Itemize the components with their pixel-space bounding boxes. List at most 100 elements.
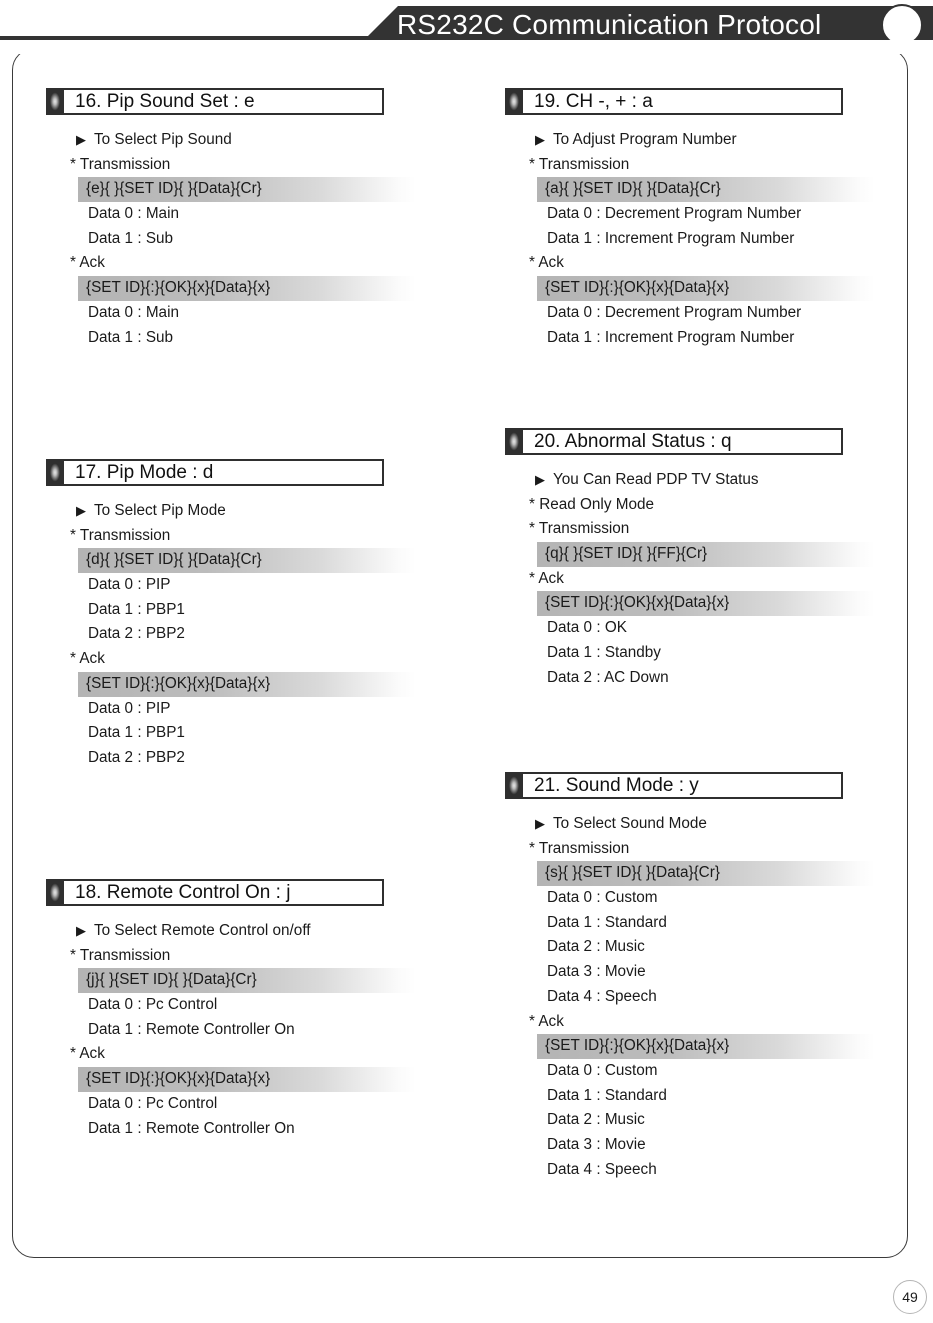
section-body: ▶ To Adjust Program Number * Transmission… (505, 128, 875, 350)
section-marker-icon (46, 879, 64, 906)
section-header: 18. Remote Control On : j (46, 879, 384, 906)
section-body: ▶ To Select Pip Sound * Transmission {e}{ }… (46, 128, 416, 350)
protocol-code-line: {SET ID}{:}{OK}{x}{Data}{x} (78, 671, 416, 697)
protocol-code-line: {q}{ }{SET ID}{ }{FF}{Cr} (537, 542, 875, 567)
section-title: 16. Pip Sound Set : e (75, 91, 255, 112)
section-header: 19. CH -, + : a (505, 88, 843, 115)
description-text: To Select Pip Sound (94, 131, 232, 148)
subsection-label: * Ack (70, 1045, 105, 1063)
section-18: 18. Remote Control On : j ▶ To Select Rem… (46, 879, 416, 1141)
section-title-box: 17. Pip Mode : d (64, 459, 384, 486)
data-value-line: Data 1 : Sub (88, 229, 174, 247)
section-header: 17. Pip Mode : d (46, 459, 384, 486)
protocol-code-line: {d}{ }{SET ID}{ }{Data}{Cr} (78, 548, 416, 574)
subsection-label: * Transmission (529, 839, 630, 857)
data-value-line: Data 3 : Movie (547, 1135, 646, 1153)
section-20: 20. Abnormal Status : q ▶ You Can Read PD… (505, 428, 875, 690)
data-value-line: Data 0 : Custom (547, 1061, 658, 1079)
data-value-line: Data 4 : Speech (547, 1160, 657, 1178)
subsection-label: * Transmission (70, 946, 171, 964)
data-value-line: Data 2 : AC Down (547, 668, 669, 686)
data-value-line: Data 0 : Main (88, 303, 179, 321)
protocol-code-line: {SET ID}{:}{OK}{x}{Data}{x} (78, 276, 416, 301)
subsection-label: * Ack (70, 650, 105, 668)
data-value-line: Data 1 : Sub (88, 328, 174, 346)
description-text: To Adjust Program Number (553, 131, 737, 148)
section-marker-icon (505, 88, 523, 115)
triangle-right-icon: ▶ (76, 923, 86, 938)
subsection-label: * Transmission (529, 155, 630, 173)
subsection-label: * Ack (529, 254, 564, 272)
protocol-code-line: {a}{ }{SET ID}{ }{Data}{Cr} (537, 177, 875, 203)
section-19: 19. CH -, + : a ▶ To Adjust Program Numbe… (505, 88, 875, 350)
subsection-label: * Ack (529, 1012, 564, 1030)
section-title: 20. Abnormal Status : q (534, 431, 732, 452)
section-title: 17. Pip Mode : d (75, 462, 214, 483)
subsection-label: * Ack (529, 569, 564, 587)
data-value-line: Data 2 : Music (547, 1111, 645, 1129)
section-title: 18. Remote Control On : j (75, 882, 291, 903)
triangle-right-icon: ▶ (535, 816, 545, 831)
data-value-line: Data 0 : Main (88, 205, 179, 223)
description-text: To Select Sound Mode (553, 815, 707, 832)
subsection-label: * Transmission (70, 155, 171, 173)
data-value-line: Data 1 : Increment Program Number (547, 328, 795, 346)
data-value-line: Data 0 : PIP (88, 576, 171, 594)
data-value-line: Data 0 : OK (547, 619, 627, 637)
description-line: ▶ You Can Read PDP TV Status (505, 468, 843, 493)
section-title-box: 20. Abnormal Status : q (523, 428, 843, 455)
data-value-line: Data 0 : Decrement Program Number (547, 205, 802, 223)
data-value-line: Data 0 : Pc Control (88, 1094, 218, 1112)
data-value-line: Data 1 : Standard (547, 1086, 667, 1104)
protocol-code-line: {SET ID}{:}{OK}{x}{Data}{x} (537, 591, 875, 617)
section-21: 21. Sound Mode : y ▶ To Select Sound Mode *… (505, 772, 875, 1182)
data-value-line: Data 3 : Movie (547, 963, 646, 981)
triangle-right-icon: ▶ (76, 132, 86, 147)
data-value-line: Data 0 : PIP (88, 699, 171, 717)
section-header: 21. Sound Mode : y (505, 772, 843, 799)
protocol-code-line: {SET ID}{:}{OK}{x}{Data}{x} (537, 276, 875, 301)
data-value-line: Data 1 : Standard (547, 913, 667, 931)
section-body: ▶ To Select Remote Control on/off * Trans… (46, 919, 416, 1141)
description-text: To Select Pip Mode (94, 502, 226, 519)
subsection-label: * Transmission (70, 526, 171, 544)
section-marker-icon (505, 772, 523, 799)
description-line: ▶ To Select Pip Sound (46, 128, 384, 153)
triangle-right-icon: ▶ (535, 472, 545, 487)
section-header: 16. Pip Sound Set : e (46, 88, 384, 115)
section-marker-icon (46, 88, 64, 115)
description-line: ▶ To Adjust Program Number (505, 128, 843, 153)
subsection-label: * Read Only Mode (529, 495, 654, 513)
description-line: ▶ To Select Remote Control on/off (46, 919, 384, 944)
data-value-line: Data 2 : PBP2 (88, 625, 185, 643)
section-title: 21. Sound Mode : y (534, 775, 699, 796)
description-line: ▶ To Select Pip Mode (46, 499, 384, 524)
section-body: ▶ To Select Pip Mode * Transmission {d}{ }{… (46, 499, 416, 771)
section-body: ▶ To Select Sound Mode * Transmission {s}{ … (505, 812, 875, 1182)
protocol-code-line: {s}{ }{SET ID}{ }{Data}{Cr} (537, 861, 875, 887)
data-value-line: Data 2 : PBP2 (88, 748, 185, 766)
description-text: You Can Read PDP TV Status (553, 471, 759, 488)
description-text: To Select Remote Control on/off (94, 922, 311, 939)
header-frame-mask (0, 40, 933, 54)
subsection-label: * Transmission (529, 520, 630, 538)
subsection-label: * Ack (70, 254, 105, 272)
protocol-code-line: {SET ID}{:}{OK}{x}{Data}{x} (537, 1034, 875, 1059)
page-title: RS232C Communication Protocol (397, 9, 822, 40)
section-17: 17. Pip Mode : d ▶ To Select Pip Mode * Tra… (46, 459, 416, 771)
data-value-line: Data 4 : Speech (547, 987, 657, 1005)
section-title: 19. CH -, + : a (534, 91, 653, 112)
triangle-right-icon: ▶ (535, 132, 545, 147)
data-value-line: Data 1 : Remote Controller On (88, 1119, 295, 1137)
circle-icon (881, 4, 923, 46)
protocol-code-line: {SET ID}{:}{OK}{x}{Data}{x} (78, 1067, 416, 1092)
section-marker-icon (505, 428, 523, 455)
section-title-box: 18. Remote Control On : j (64, 879, 384, 906)
data-value-line: Data 1 : PBP1 (88, 724, 185, 742)
page-header: RS232C Communication Protocol (0, 0, 933, 56)
data-value-line: Data 0 : Pc Control (88, 996, 218, 1014)
data-value-line: Data 1 : Standby (547, 643, 661, 661)
data-value-line: Data 2 : Music (547, 938, 645, 956)
section-title-box: 16. Pip Sound Set : e (64, 88, 384, 115)
protocol-code-line: {j}{ }{SET ID}{ }{Data}{Cr} (78, 968, 416, 994)
